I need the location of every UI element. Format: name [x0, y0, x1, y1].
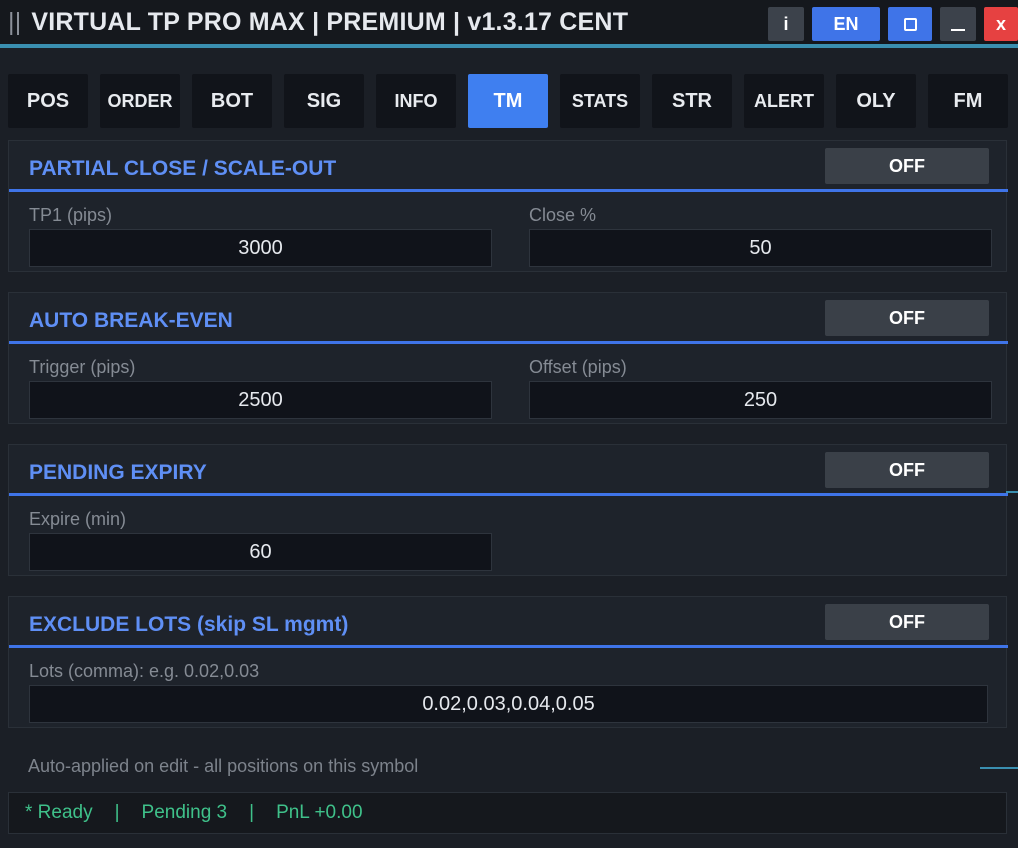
- section-divider: [9, 645, 1008, 648]
- exclude-lots-toggle[interactable]: OFF: [825, 604, 989, 640]
- status-separator: |: [249, 802, 255, 823]
- section-title: PARTIAL CLOSE / SCALE-OUT: [29, 157, 337, 180]
- pending-expiry-toggle[interactable]: OFF: [825, 452, 989, 488]
- lots-label: Lots (comma): e.g. 0.02,0.03: [29, 661, 260, 681]
- status-bar: * Ready | Pending 3 | PnL +0.00: [8, 792, 1007, 834]
- window-title: || VIRTUAL TP PRO MAX | PREMIUM | v1.3.17…: [8, 8, 628, 37]
- window-title-text: VIRTUAL TP PRO MAX | PREMIUM | v1.3.17 C…: [31, 8, 629, 36]
- info-button[interactable]: i: [768, 7, 804, 41]
- expire-label: Expire (min): [29, 509, 127, 529]
- minimize-button[interactable]: [940, 7, 976, 41]
- section-title: AUTO BREAK-EVEN: [29, 309, 233, 332]
- break-even-section: AUTO BREAK-EVEN OFF Trigger (pips) 2500 …: [8, 292, 1008, 424]
- tab-info[interactable]: INFO: [376, 74, 456, 128]
- auto-apply-note: Auto-applied on edit - all positions on …: [28, 756, 419, 776]
- tab-alert[interactable]: ALERT: [744, 74, 824, 128]
- close-button[interactable]: x: [984, 7, 1018, 41]
- tab-order[interactable]: ORDER: [100, 74, 180, 128]
- edge-marker: [1006, 491, 1018, 493]
- tab-fm[interactable]: FM: [928, 74, 1008, 128]
- section-title: EXCLUDE LOTS (skip SL mgmt): [29, 613, 349, 636]
- tp1-label: TP1 (pips): [29, 205, 113, 225]
- break-even-toggle[interactable]: OFF: [825, 300, 989, 336]
- tab-sig[interactable]: SIG: [284, 74, 364, 128]
- close-percent-input[interactable]: 50: [529, 229, 992, 267]
- close-percent-label: Close %: [529, 205, 597, 225]
- pending-expiry-section: PENDING EXPIRY OFF Expire (min) 60: [8, 444, 1008, 576]
- offset-label: Offset (pips): [529, 357, 627, 377]
- section-divider: [9, 493, 1008, 496]
- exclude-lots-section: EXCLUDE LOTS (skip SL mgmt) OFF Lots (co…: [8, 596, 1008, 728]
- tab-str[interactable]: STR: [652, 74, 732, 128]
- tab-tm[interactable]: TM: [468, 74, 548, 128]
- edge-marker: [980, 767, 1018, 769]
- lots-input[interactable]: 0.02,0.03,0.04,0.05: [29, 685, 988, 723]
- maximize-icon: [903, 17, 917, 31]
- trigger-input[interactable]: 2500: [29, 381, 492, 419]
- tab-pos[interactable]: POS: [8, 74, 88, 128]
- section-title: PENDING EXPIRY: [29, 461, 207, 484]
- minimize-icon: [951, 29, 965, 31]
- offset-input[interactable]: 250: [529, 381, 992, 419]
- trigger-label: Trigger (pips): [29, 357, 136, 377]
- drag-grip-icon[interactable]: ||: [8, 8, 21, 36]
- status-ready: * Ready: [25, 802, 93, 823]
- partial-close-section: PARTIAL CLOSE / SCALE-OUT OFF TP1 (pips)…: [8, 140, 1008, 272]
- status-pnl: PnL +0.00: [276, 802, 363, 823]
- status-pending: Pending 3: [141, 802, 228, 823]
- tab-bot[interactable]: BOT: [192, 74, 272, 128]
- tab-oly[interactable]: OLY: [836, 74, 916, 128]
- status-separator: |: [114, 802, 120, 823]
- section-divider: [9, 341, 1008, 344]
- maximize-button[interactable]: [888, 7, 932, 41]
- tp1-input[interactable]: 3000: [29, 229, 492, 267]
- tab-stats[interactable]: STATS: [560, 74, 640, 128]
- expire-input[interactable]: 60: [29, 533, 492, 571]
- language-button[interactable]: EN: [812, 7, 880, 41]
- section-divider: [9, 189, 1008, 192]
- title-accent-line: [0, 44, 1018, 48]
- partial-close-toggle[interactable]: OFF: [825, 148, 989, 184]
